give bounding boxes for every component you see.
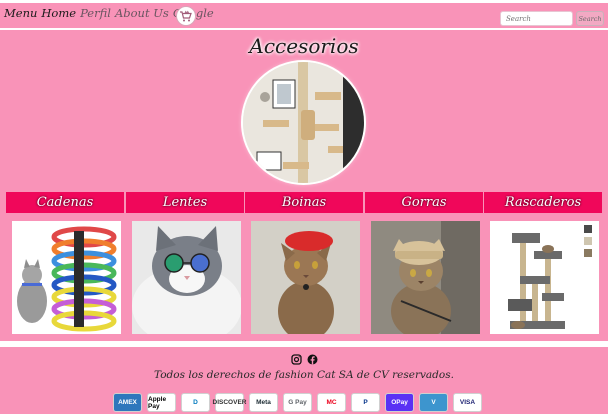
footer: Todos los derechos de fashion Cat SA de …	[0, 347, 608, 414]
category-label-boinas[interactable]: Boinas	[245, 192, 363, 213]
cat-beret-image[interactable]	[251, 221, 360, 334]
category-label-gorras[interactable]: Gorras	[365, 192, 483, 213]
cat-cap-image[interactable]	[371, 221, 480, 334]
cat-tree-image[interactable]	[490, 221, 599, 334]
nav-link-menu[interactable]: Menu	[4, 6, 37, 20]
payment-applepay-icon: Apple Pay	[147, 393, 176, 412]
payment-meta-icon: Meta	[249, 393, 278, 412]
instagram-icon[interactable]	[291, 350, 302, 369]
nav-link-about-us[interactable]: About Us	[115, 6, 169, 20]
cart-cat-icon[interactable]	[176, 6, 196, 26]
nav-link-perfil[interactable]: Perfil	[80, 6, 111, 20]
payment-amex-icon: AMEX	[113, 393, 142, 412]
category-label-lentes[interactable]: Lentes	[126, 192, 244, 213]
payment-methods: AMEX Apple Pay D DISCOVER Meta G Pay MC …	[113, 393, 482, 412]
cat-wall-shelves-image	[243, 62, 364, 183]
payment-visa-icon: VISA	[453, 393, 482, 412]
navbar: Menu Home Perfil About Us Google Search	[0, 3, 608, 28]
copyright-text: Todos los derechos de fashion Cat SA de …	[154, 369, 454, 381]
page-title: Accesorios	[249, 34, 359, 58]
category-label-rascaderos[interactable]: Rascaderos	[484, 192, 602, 213]
payment-opay-icon: OPay	[385, 393, 414, 412]
main-section: Accesorios Cadenas Lentes Boinas Gorras …	[0, 30, 608, 341]
category-label-cadenas[interactable]: Cadenas	[6, 192, 124, 213]
collars-image[interactable]	[12, 221, 121, 334]
search-input[interactable]	[500, 11, 573, 26]
cat-sunglasses-image[interactable]	[132, 221, 241, 334]
search-button[interactable]: Search	[576, 11, 604, 26]
payment-mastercard-icon: MC	[317, 393, 346, 412]
payment-discover-icon: DISCOVER	[213, 393, 246, 412]
payment-googlepay-icon: G Pay	[283, 393, 312, 412]
social-links	[291, 350, 318, 369]
payment-diners-icon: D	[181, 393, 210, 412]
nav-link-home[interactable]: Home	[41, 6, 76, 20]
payment-venmo-icon: V	[419, 393, 448, 412]
facebook-icon[interactable]	[307, 350, 318, 369]
payment-paypal-icon: P	[351, 393, 380, 412]
